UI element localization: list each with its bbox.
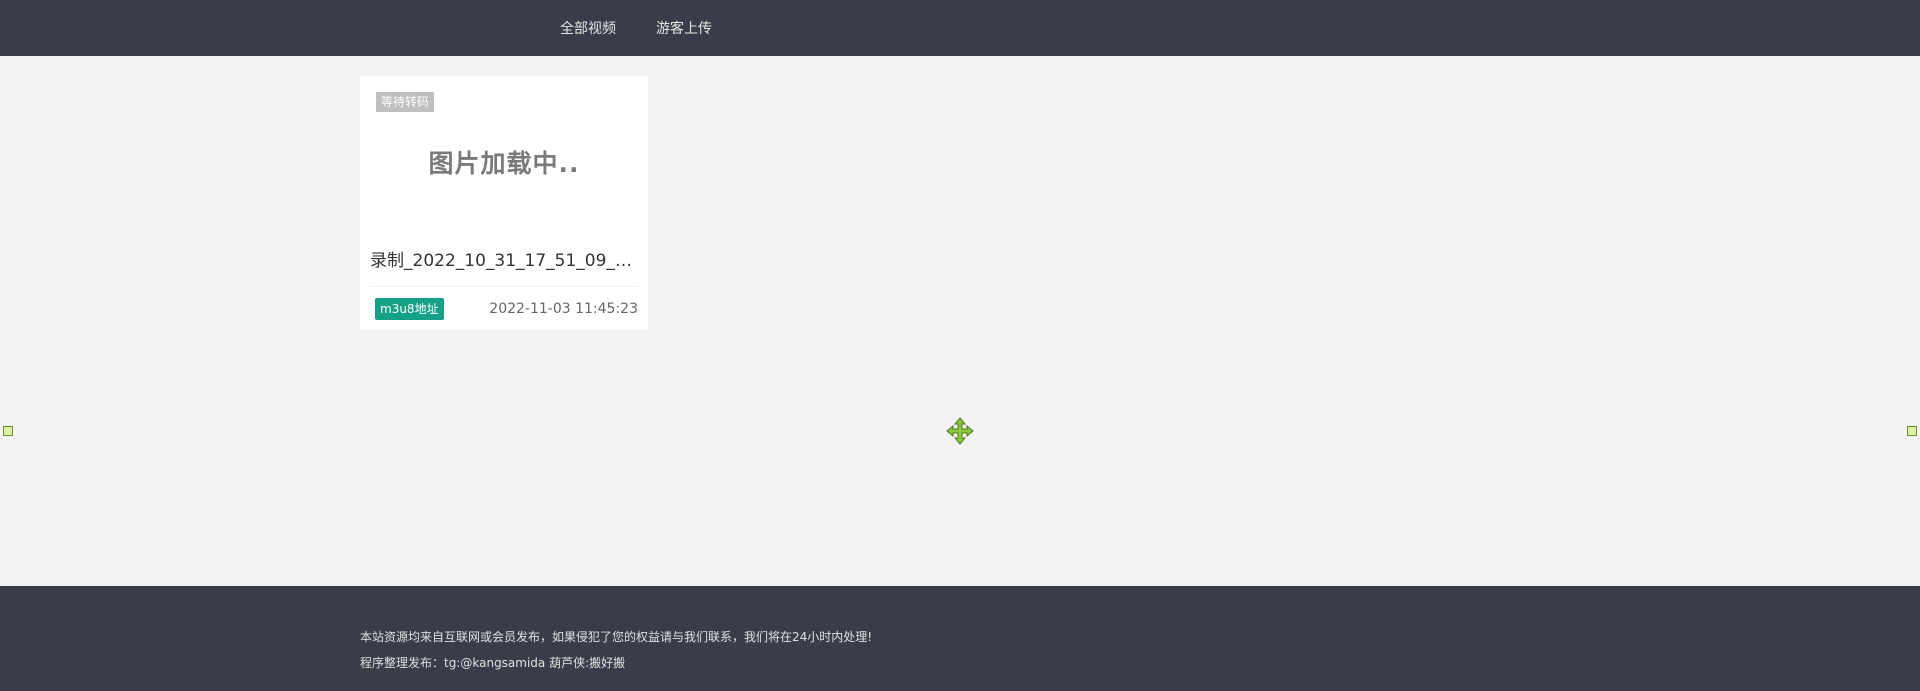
site-footer: 本站资源均来自互联网或会员发布，如果侵犯了您的权益请与我们联系，我们将在24小时… (0, 586, 1920, 691)
video-title[interactable]: 录制_2022_10_31_17_51_09_1... (370, 246, 638, 271)
video-card[interactable]: 等待转码 图片加载中.. 录制_2022_10_31_17_51_09_1...… (360, 76, 648, 330)
m3u8-link-button[interactable]: m3u8地址 (375, 298, 444, 320)
resize-handle-left-icon[interactable] (3, 426, 13, 436)
main-content: 等待转码 图片加载中.. 录制_2022_10_31_17_51_09_1...… (0, 56, 1920, 586)
card-divider (370, 286, 638, 287)
video-date: 2022-11-03 11:45:23 (489, 301, 638, 317)
footer-disclaimer: 本站资源均来自互联网或会员发布，如果侵犯了您的权益请与我们联系，我们将在24小时… (360, 630, 873, 644)
nav-item-all-videos[interactable]: 全部视频 (560, 18, 616, 38)
nav-item-guest-upload[interactable]: 游客上传 (656, 18, 712, 38)
top-header: 全部视频 游客上传 (0, 0, 1920, 56)
main-nav: 全部视频 游客上传 (560, 0, 752, 56)
resize-handle-right-icon[interactable] (1907, 426, 1917, 436)
move-arrows-icon[interactable] (946, 417, 974, 445)
footer-credits: 程序整理发布：tg:@kangsamida 葫芦侠:搬好搬 (360, 656, 626, 670)
thumbnail-placeholder: 图片加载中.. (428, 149, 580, 178)
status-badge: 等待转码 (376, 92, 435, 112)
